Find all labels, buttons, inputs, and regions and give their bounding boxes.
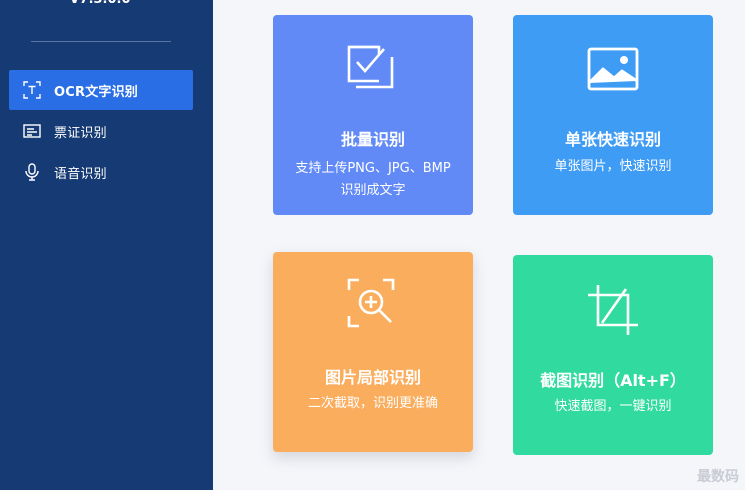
card-title: 单张快速识别 — [564, 130, 661, 149]
single-recognition-card[interactable]: 单张快速识别 单张图片，快速识别 — [513, 15, 713, 215]
sidebar-divider — [31, 41, 171, 42]
app-version: V7.3.0.0 — [0, 0, 200, 8]
card-description: 单张图片，快速识别 — [554, 159, 672, 174]
card-description: 支持上传PNG、JPG、BMP — [295, 161, 451, 176]
sidebar-item-label: 票证识别 — [54, 125, 107, 141]
text-scan-icon — [22, 80, 42, 100]
sidebar-item-voice[interactable]: 语音识别 — [9, 152, 193, 192]
batch-recognition-card[interactable]: 批量识别 支持上传PNG、JPG、BMP 识别成文字 — [273, 15, 473, 215]
partial-image-recognition-card[interactable]: 图片局部识别 二次截取，识别更准确 — [273, 252, 473, 452]
sidebar-item-ticket[interactable]: 票证识别 — [9, 111, 193, 151]
crop-icon — [513, 283, 713, 337]
sidebar-item-label: OCR文字识别 — [54, 84, 139, 100]
screenshot-recognition-card[interactable]: 截图识别（Alt+F） 快速截图，一键识别 — [513, 255, 713, 455]
watermark: 最数码 — [697, 469, 739, 485]
card-description: 快速截图，一键识别 — [554, 399, 672, 414]
zoom-in-icon — [273, 278, 473, 330]
microphone-icon — [22, 162, 42, 182]
sidebar-item-label: 语音识别 — [54, 166, 107, 182]
ticket-icon — [22, 121, 42, 141]
sidebar: V7.3.0.0 OCR文字识别 票证识别 语音识别 — [0, 0, 213, 490]
checklist-icon — [273, 43, 473, 95]
card-description: 识别成文字 — [340, 183, 406, 198]
card-title: 图片局部识别 — [324, 368, 421, 387]
card-description: 二次截取，识别更准确 — [307, 396, 438, 411]
sidebar-item-ocr[interactable]: OCR文字识别 — [9, 70, 193, 110]
card-title: 截图识别（Alt+F） — [540, 371, 686, 390]
image-icon — [513, 47, 713, 91]
card-title: 批量识别 — [340, 130, 405, 149]
